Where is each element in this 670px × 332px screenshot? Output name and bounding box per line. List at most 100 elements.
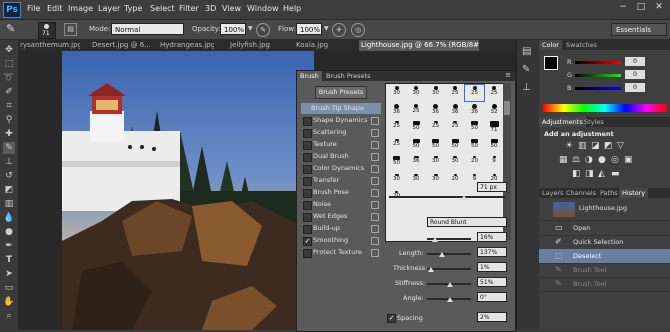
checkbox-checked[interactable]: ✓ [303, 237, 312, 246]
brush-tip-preset[interactable]: 50 [446, 138, 465, 154]
smoothing-item[interactable]: ✓ Smoothing [301, 235, 381, 246]
lighthouse-photo[interactable] [62, 51, 314, 330]
lock-icon[interactable] [371, 189, 379, 197]
length-slider[interactable] [427, 253, 471, 255]
brush-tip-preset[interactable]: 30 [426, 85, 445, 101]
move-tool-icon[interactable]: ✥ [3, 44, 15, 56]
brush-tip-preset[interactable]: 20 [465, 155, 484, 171]
tab-desert[interactable]: Desert.jpg @ 6... [92, 40, 150, 51]
b-field[interactable]: 0 [625, 83, 645, 92]
quick-selection-tool-icon[interactable]: ✐ [3, 86, 15, 98]
checkbox[interactable] [303, 189, 312, 198]
menu-image[interactable]: Image [68, 4, 93, 13]
pressure-opacity-icon[interactable]: ✎ [256, 23, 270, 37]
color-lookup-icon[interactable]: ▣ [624, 155, 633, 165]
maximize-button[interactable]: □ [633, 1, 649, 14]
brush-tip-preset[interactable]: 30 [407, 85, 426, 101]
spacing-checkbox[interactable]: ✓ [387, 314, 396, 323]
slider-knob-icon[interactable] [447, 282, 453, 287]
lock-icon[interactable] [371, 177, 379, 185]
brush-tip-preset[interactable]: 36 [446, 103, 465, 119]
clone-source-icon[interactable]: ⊥ [522, 82, 531, 93]
brush-tip-preset[interactable]: 50 [387, 155, 406, 171]
exposure-icon[interactable]: ◩ [604, 141, 613, 151]
lock-icon[interactable] [371, 141, 379, 149]
lock-icon[interactable] [371, 213, 379, 221]
brush-tip-preset[interactable]: 71 [485, 120, 504, 136]
levels-icon[interactable]: ▥ [578, 141, 587, 151]
menu-file[interactable]: File [27, 4, 40, 13]
brush-tip-preset[interactable]: 25 [446, 85, 465, 101]
brush-tip-preset[interactable]: 30 [407, 173, 426, 189]
menu-filter[interactable]: Filter [179, 4, 199, 13]
r-field[interactable]: 0 [625, 57, 645, 66]
checkbox[interactable] [303, 129, 312, 138]
history-item-quick-selection[interactable]: ✐ Quick Selection [539, 235, 670, 250]
blur-tool-icon[interactable]: 💧 [3, 212, 15, 224]
slider-knob-icon[interactable] [461, 195, 467, 200]
shape-tool-icon[interactable]: ▭ [3, 282, 15, 294]
menu-3d[interactable]: 3D [205, 4, 216, 13]
brush-panel-toggle-icon[interactable]: ▤ [64, 23, 77, 36]
brush-tip-preset[interactable]: 30 [446, 155, 465, 171]
hue-saturation-icon[interactable]: ▦ [559, 155, 568, 165]
brush-tip-preset[interactable]: 25 [407, 103, 426, 119]
g-field[interactable]: 0 [625, 70, 645, 79]
gradient-map-icon[interactable]: ▬ [611, 169, 620, 179]
brush-tip-preset[interactable]: 36 [465, 103, 484, 119]
curves-icon[interactable]: ◪ [591, 141, 600, 151]
lock-icon[interactable] [371, 153, 379, 161]
menu-window[interactable]: Window [247, 4, 279, 13]
brightness-icon[interactable]: ☀ [565, 141, 573, 151]
mode-select[interactable]: Normal [111, 23, 184, 35]
wet-edges-item[interactable]: Wet Edges [301, 211, 381, 222]
brush-tip-preset[interactable]: 25 [387, 138, 406, 154]
history-item-open[interactable]: ▭ Open [539, 221, 670, 236]
transfer-item[interactable]: Transfer [301, 175, 381, 186]
brush-presets-button[interactable]: Brush Presets [315, 86, 367, 99]
spacing-field[interactable]: 2% [477, 312, 507, 322]
checkbox[interactable] [303, 165, 312, 174]
color-spectrum-bar[interactable] [543, 104, 667, 112]
photo-filter-icon[interactable]: ● [598, 155, 606, 165]
history-panel-icon[interactable]: ▤ [522, 46, 531, 57]
brush-tip-shape-item[interactable]: Brush Tip Shape [301, 103, 381, 114]
shape-select[interactable]: Round Blunt [427, 217, 507, 227]
brush-tip-preset[interactable]: 36 [426, 103, 445, 119]
opacity-field[interactable]: 100% [220, 23, 246, 35]
history-item-brush-tool[interactable]: ✎ Brush Tool [539, 263, 670, 278]
threshold-icon[interactable]: ◭ [598, 169, 605, 179]
brush-tip-preset[interactable]: 9 [485, 155, 504, 171]
brush-tool-icon[interactable]: ✎ [6, 22, 15, 35]
history-item-brush-tool[interactable]: ✎ Brush Tool [539, 277, 670, 292]
foreground-color-swatch[interactable] [544, 56, 558, 70]
color-balance-icon[interactable]: ⚖ [572, 155, 580, 165]
lasso-tool-icon[interactable]: ➰ [3, 72, 15, 84]
brush-tip-preset[interactable]: 30 [426, 173, 445, 189]
size-slider[interactable] [389, 196, 505, 198]
protect-texture-item[interactable]: Protect Texture [301, 247, 381, 258]
checkbox[interactable] [303, 141, 312, 150]
checkbox[interactable] [303, 153, 312, 162]
brush-tip-preset[interactable]: 30 [387, 85, 406, 101]
marquee-tool-icon[interactable]: ⬚ [3, 58, 15, 70]
slider-knob-icon[interactable] [439, 252, 445, 257]
size-field[interactable]: 71 px [477, 182, 507, 192]
length-field[interactable]: 137% [477, 247, 507, 257]
lock-icon[interactable] [371, 225, 379, 233]
checkbox[interactable] [303, 177, 312, 186]
dual-brush-item[interactable]: Dual Brush [301, 151, 381, 162]
workspace-switcher[interactable]: Essentials [611, 23, 667, 36]
g-slider[interactable] [575, 74, 621, 77]
pen-tool-icon[interactable]: ✒ [3, 240, 15, 252]
type-tool-icon[interactable]: T [3, 254, 15, 266]
brush-tip-preset[interactable]: 25 [426, 120, 445, 136]
lock-icon[interactable] [371, 249, 379, 257]
slider-knob-icon[interactable] [428, 267, 434, 272]
crop-tool-icon[interactable]: ⌗ [3, 100, 15, 112]
tab-brush-presets[interactable]: Brush Presets [323, 71, 373, 81]
brush-tip-preset[interactable]: 20 [446, 173, 465, 189]
slider-knob-icon[interactable] [447, 297, 453, 302]
tab-hydrangeas[interactable]: Hydrangeas.jpg [160, 40, 214, 51]
vibrance-icon[interactable]: ▽ [617, 141, 624, 151]
